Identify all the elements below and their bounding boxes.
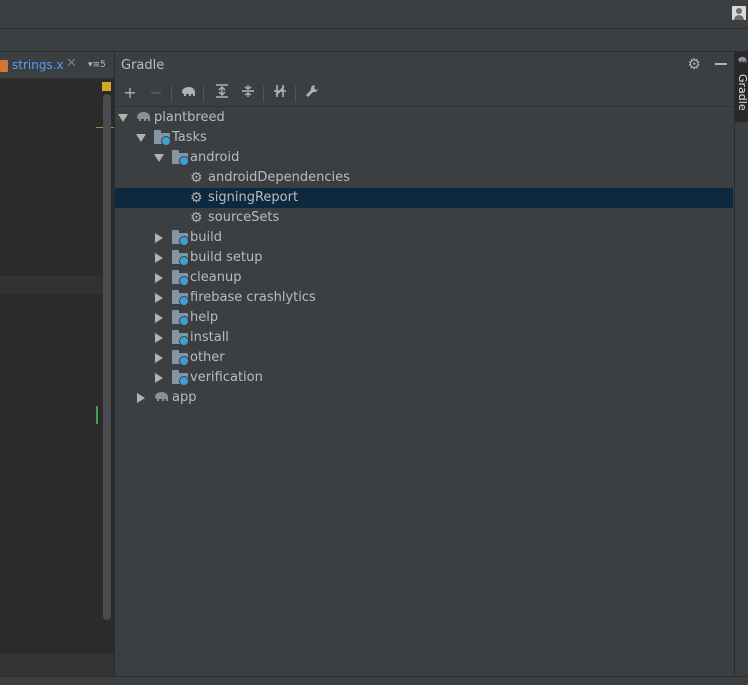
task-folder-icon [172,150,189,166]
vcs-added-marker [96,406,98,424]
tree-item-signing-report[interactable]: ⚙ signingReport [115,188,733,208]
warning-marker[interactable] [102,82,111,91]
tree-label: install [190,330,229,345]
tree-label: signingReport [208,190,299,205]
tree-label: verification [190,370,263,385]
tree-item-cleanup[interactable]: cleanup [115,268,733,288]
elephant-icon [153,391,169,405]
tree-item-build-setup[interactable]: build setup [115,248,733,268]
gear-icon[interactable]: ⚙ [688,56,701,72]
collapse-arrow-icon[interactable] [136,134,146,142]
panel-title: Gradle [121,58,165,73]
side-tab-label: Gradle [736,74,748,111]
gradle-header: Gradle ⚙ [115,52,733,78]
offline-mode-icon [274,85,286,97]
toolbar-separator [171,86,172,102]
expand-arrow-icon[interactable] [155,373,163,383]
task-folder-icon [172,310,189,326]
tree-label: build [190,230,222,245]
xml-file-icon [0,60,8,72]
expand-arrow-icon[interactable] [155,253,163,263]
tab-list-menu[interactable]: ▾≡5 [88,60,106,70]
tree-item-tasks[interactable]: Tasks [115,128,733,148]
expand-arrow-icon[interactable] [155,273,163,283]
tree-item-app[interactable]: app [115,388,733,408]
task-folder-icon [172,330,189,346]
gradle-panel: Gradle ⚙ + − plantbreed Tasks android ⚙ … [115,52,733,684]
gear-icon: ⚙ [190,190,203,206]
wrench-icon [306,85,318,97]
tree-label: help [190,310,219,325]
tree-item-verification[interactable]: verification [115,368,733,388]
collapse-all-icon [242,85,254,97]
tree-label: Tasks [172,130,207,145]
tree-label: app [172,390,197,405]
remove-project-button[interactable]: − [145,82,167,104]
main-toolbar [0,29,748,52]
title-bar [0,0,748,29]
tree-item-source-sets[interactable]: ⚙ sourceSets [115,208,733,228]
gear-icon: ⚙ [190,170,203,186]
tree-item-firebase-crashlytics[interactable]: firebase crashlytics [115,288,733,308]
current-line-highlight [0,276,104,294]
elephant-icon [737,56,747,67]
editor-tab-strings[interactable]: strings.x [12,58,64,72]
tree-label: firebase crashlytics [190,290,316,305]
tree-label: other [190,350,225,365]
task-folder-icon [172,230,189,246]
expand-arrow-icon[interactable] [155,313,163,323]
collapse-arrow-icon[interactable] [118,114,128,122]
collapse-all-button[interactable] [237,82,259,104]
right-tool-strip: Gradle [734,52,748,684]
task-folder-icon [172,250,189,266]
task-folder-icon [172,370,189,386]
tree-item-install[interactable]: install [115,328,733,348]
expand-arrow-icon[interactable] [155,353,163,363]
editor-pane: strings.x ✕ ▾≡5 [0,52,115,684]
tree-item-plantbreed[interactable]: plantbreed [115,108,733,128]
expand-arrow-icon[interactable] [155,233,163,243]
tree-label: android [190,150,240,165]
task-folder-icon [172,270,189,286]
minimize-icon[interactable] [715,63,727,65]
close-icon[interactable]: ✕ [66,56,77,71]
tree-item-other[interactable]: other [115,348,733,368]
tree-label: build setup [190,250,263,265]
tree-item-build[interactable]: build [115,228,733,248]
expand-arrow-icon[interactable] [137,393,145,403]
toggle-offline-button[interactable] [269,82,291,104]
tree-label: cleanup [190,270,242,285]
execute-task-button[interactable] [177,82,199,104]
gradle-settings-button[interactable] [301,82,323,104]
elephant-icon [135,111,151,125]
task-folder-icon [154,130,171,146]
editor-scrollbar[interactable] [103,94,111,620]
gradle-toolbar: + − [115,80,733,107]
expand-arrow-icon[interactable] [155,333,163,343]
expand-all-button[interactable] [211,82,233,104]
gear-icon: ⚙ [190,210,203,226]
toolbar-separator [263,86,264,102]
toolbar-separator [203,86,204,102]
tree-label: androidDependencies [208,170,350,185]
collapse-arrow-icon[interactable] [154,154,164,162]
tree-label: sourceSets [208,210,280,225]
elephant-icon [182,87,195,96]
gradle-side-tab[interactable]: Gradle [735,52,748,122]
tree-item-android-dependencies[interactable]: ⚙ androidDependencies [115,168,733,188]
editor-bottom-bar [0,652,114,677]
task-folder-icon [172,350,189,366]
tree-item-help[interactable]: help [115,308,733,328]
expand-arrow-icon[interactable] [155,293,163,303]
tree-label: plantbreed [154,110,225,125]
toolbar-separator [295,86,296,102]
user-icon[interactable] [732,6,746,20]
editor-tabs: strings.x ✕ ▾≡5 [0,52,114,79]
task-folder-icon [172,290,189,306]
expand-all-icon [216,84,228,98]
tree-item-android[interactable]: android [115,148,733,168]
add-project-button[interactable]: + [119,82,141,104]
